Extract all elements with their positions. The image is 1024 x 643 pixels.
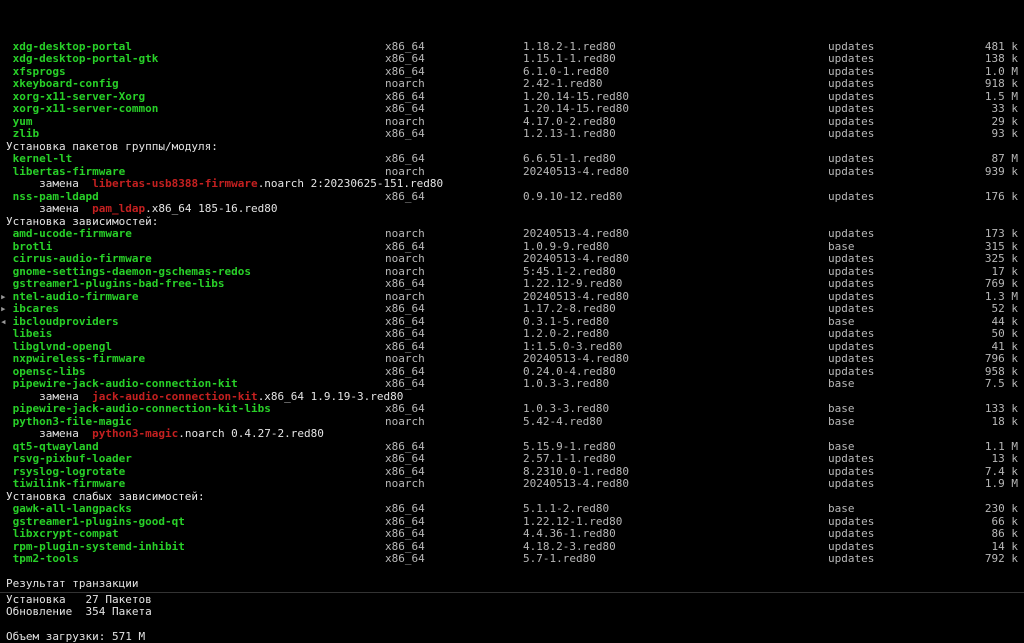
repo: base [828, 503, 855, 516]
arch: noarch [385, 78, 425, 91]
arch: x86_64 [385, 553, 425, 566]
size: 33 k [992, 103, 1019, 116]
repo: updates [828, 528, 874, 541]
size: 939 k [985, 166, 1018, 179]
repo: updates [828, 328, 874, 341]
size: 918 k [985, 78, 1018, 91]
replaced-package: libertas-usb8388-firmware [92, 177, 258, 190]
repo: updates [828, 191, 874, 204]
version: 2.42-1.red80 [523, 78, 602, 91]
repo: updates [828, 128, 874, 141]
size: 7.5 k [985, 378, 1018, 391]
repo: updates [828, 278, 874, 291]
replaced-package: python3-magic [92, 427, 178, 440]
repo: updates [828, 78, 874, 91]
version: 20240513-4.red80 [523, 253, 629, 266]
version: 6.6.51-1.red80 [523, 153, 616, 166]
update-summary: Обновление 354 Пакета [6, 606, 152, 619]
download-size: Объем загрузки: 571 M [6, 631, 145, 643]
size: 50 k [992, 328, 1019, 341]
repo: updates [828, 153, 874, 166]
size: 230 k [985, 503, 1018, 516]
arch: x86_64 [385, 53, 425, 66]
replaced-package: pam_ldap [92, 202, 145, 215]
arch: noarch [385, 478, 425, 491]
arch: x86_64 [385, 528, 425, 541]
separator [0, 592, 1024, 593]
size: 52 k [992, 303, 1019, 316]
repo: updates [828, 478, 874, 491]
repo: updates [828, 228, 874, 241]
repo: updates [828, 353, 874, 366]
size: 86 k [992, 528, 1019, 541]
size: 792 k [985, 553, 1018, 566]
size: 87 M [992, 153, 1019, 166]
version: 0.9.10-12.red80 [523, 191, 622, 204]
replaced-package: jack-audio-connection-kit [92, 390, 258, 403]
arch: noarch [385, 353, 425, 366]
version: 2.57.1-1.red80 [523, 453, 616, 466]
size: 325 k [985, 253, 1018, 266]
repo: updates [828, 553, 874, 566]
version: 20240513-4.red80 [523, 478, 629, 491]
repo: updates [828, 453, 874, 466]
arch: x86_64 [385, 191, 425, 204]
size: 173 k [985, 228, 1018, 241]
version: 20240513-4.red80 [523, 353, 629, 366]
size: 796 k [985, 353, 1018, 366]
version: 4.4.36-1.red80 [523, 528, 616, 541]
size: 18 k [992, 416, 1019, 429]
version: 5.42-4.red80 [523, 416, 602, 429]
arch: noarch [385, 228, 425, 241]
version: 1.20.14-15.red80 [523, 103, 629, 116]
version: 20240513-4.red80 [523, 166, 629, 179]
arch: x86_64 [385, 153, 425, 166]
arch: x86_64 [385, 453, 425, 466]
size: 138 k [985, 53, 1018, 66]
size: 1.9 M [985, 478, 1018, 491]
size: 133 k [985, 403, 1018, 416]
size: 13 k [992, 453, 1019, 466]
version: 5.7-1.red80 [523, 553, 596, 566]
version: 1.17.2-8.red80 [523, 303, 616, 316]
arch: noarch [385, 416, 425, 429]
repo: updates [828, 103, 874, 116]
repo: updates [828, 166, 874, 179]
repo: base [828, 378, 855, 391]
package-name: tiwilink-firmware [6, 478, 125, 491]
arch: x86_64 [385, 128, 425, 141]
arch: x86_64 [385, 403, 425, 416]
version: 1.0.3-3.red80 [523, 403, 609, 416]
arch: x86_64 [385, 303, 425, 316]
arch: x86_64 [385, 103, 425, 116]
repo: base [828, 403, 855, 416]
package-name: tpm2-tools [6, 553, 79, 566]
size: 176 k [985, 191, 1018, 204]
size: 93 k [992, 128, 1019, 141]
version: 1.22.12-9.red80 [523, 278, 622, 291]
arch: x86_64 [385, 328, 425, 341]
version: 1.2.13-1.red80 [523, 128, 616, 141]
transaction-result: Результат транзакции [6, 578, 138, 591]
arch: x86_64 [385, 278, 425, 291]
version: 1.15.1-1.red80 [523, 53, 616, 66]
arch: x86_64 [385, 503, 425, 516]
version: 1.2.0-2.red80 [523, 328, 609, 341]
version: 5.1.1-2.red80 [523, 503, 609, 516]
repo: base [828, 416, 855, 429]
repo: updates [828, 253, 874, 266]
repo: updates [828, 303, 874, 316]
version: 20240513-4.red80 [523, 228, 629, 241]
replacing-line: замена pam_ldap.x86_64 185-16.red80 [6, 203, 278, 216]
version: 1.0.3-3.red80 [523, 378, 609, 391]
repo: updates [828, 53, 874, 66]
size: 769 k [985, 278, 1018, 291]
package-name: zlib [6, 128, 39, 141]
arch: noarch [385, 253, 425, 266]
